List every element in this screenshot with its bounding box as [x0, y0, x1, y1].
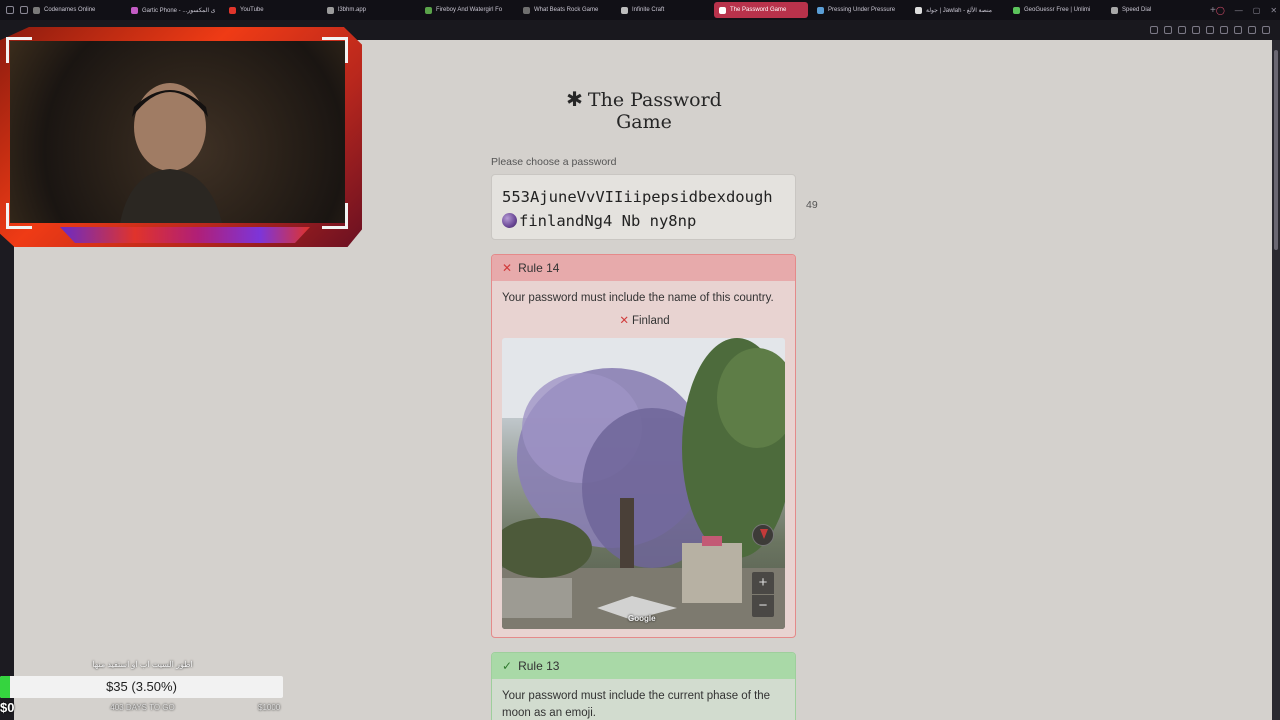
country-fail-icon: ✕ — [619, 315, 629, 327]
tab-favicon-icon — [621, 6, 628, 14]
browser-tab[interactable]: جولة | Jawlah - منصة الألغ — [910, 2, 1004, 18]
browser-tab[interactable]: Codenames Online — [28, 2, 122, 18]
webcam-bottom-bar — [60, 227, 310, 243]
donation-days-left: 403 DAYS TO GO — [110, 703, 175, 712]
compass-icon[interactable] — [752, 524, 774, 546]
rule-13-title: Rule 13 — [518, 659, 560, 673]
tab-label: Infinite Craft — [632, 7, 665, 13]
page-scrollbar[interactable] — [1272, 40, 1280, 720]
minimize-icon[interactable]: — — [1235, 6, 1243, 15]
close-icon[interactable]: ✕ — [1270, 6, 1277, 15]
window-menu-icon[interactable] — [0, 6, 28, 14]
browser-tab[interactable]: The Password Game — [714, 2, 808, 18]
rule-13-header: ✓ Rule 13 — [492, 653, 795, 679]
rule-13-text: Your password must include the current p… — [502, 690, 771, 719]
password-input[interactable]: 553AjuneVvVIIiipepsidbexdough finlandNg4… — [491, 174, 796, 240]
tab-favicon-icon — [915, 6, 922, 14]
character-count: 49 — [806, 199, 818, 211]
pin-icon[interactable] — [1164, 26, 1172, 34]
player-icon[interactable] — [1206, 26, 1214, 34]
tab-label: GeoGuessr Free | Unlimi — [1024, 7, 1091, 13]
tab-label: l3bhm.app — [338, 7, 367, 13]
browser-tab[interactable]: Fireboy And Watergirl Fo — [420, 2, 514, 18]
rule-14-header: ✕ Rule 14 — [492, 255, 795, 281]
rule-14-card: ✕ Rule 14 Your password must include the… — [491, 254, 796, 638]
tab-label: The Password Game — [730, 7, 787, 13]
rule-14-title: Rule 14 — [518, 261, 560, 275]
tab-label: Gartic Phone - ...ى المكسور — [142, 7, 216, 14]
password-line-2-text: finlandNg4 Nb ny8np — [519, 212, 697, 230]
donation-max: $1000 — [258, 703, 281, 712]
tab-favicon-icon — [719, 6, 726, 14]
tab-favicon-icon — [131, 6, 138, 14]
shield-icon[interactable] — [1192, 26, 1200, 34]
street-view-scene — [502, 338, 785, 629]
tab-favicon-icon — [523, 6, 530, 14]
browser-tab[interactable]: l3bhm.app — [322, 2, 416, 18]
donation-progress-track: $35 (3.50%) — [0, 676, 283, 698]
street-view-image[interactable]: + − Google — [502, 338, 785, 629]
streamer-silhouette — [120, 83, 222, 223]
tab-label: Pressing Under Pressure — [828, 7, 896, 13]
browser-tab[interactable]: Pressing Under Pressure — [812, 2, 906, 18]
tab-favicon-icon — [817, 6, 824, 14]
tab-favicon-icon — [1013, 6, 1020, 14]
title-text: The Password Game — [587, 89, 722, 133]
tab-label: Codenames Online — [44, 7, 96, 13]
browser-tab[interactable]: Gartic Phone - ...ى المكسور — [126, 2, 220, 18]
download-icon[interactable] — [1248, 26, 1256, 34]
window-controls: ◯ — ▢ ✕ — [1216, 6, 1280, 15]
tab-favicon-icon — [425, 6, 432, 14]
frame-corner — [322, 203, 348, 229]
tab-favicon-icon — [33, 6, 40, 14]
webcam-overlay — [0, 27, 362, 255]
frame-corner — [6, 203, 32, 229]
rule-13-card: ✓ Rule 13 Your password must include the… — [491, 652, 796, 720]
page-title: ✱ The Password Game — [544, 87, 744, 133]
country-requirement: ✕ Finland — [492, 313, 795, 327]
zoom-icon[interactable] — [1150, 26, 1158, 34]
maximize-icon[interactable]: ▢ — [1253, 6, 1261, 15]
tab-label: جولة | Jawlah - منصة الألغ — [926, 7, 992, 14]
donation-goal: اطور السيت اب او استفيد منها $35 (3.50%)… — [0, 660, 285, 720]
zoom-out-button[interactable]: − — [752, 595, 774, 617]
fail-x-icon: ✕ — [502, 261, 513, 275]
heart-icon[interactable] — [1220, 26, 1228, 34]
webcam-feed — [10, 41, 345, 223]
browser-tab[interactable]: YouTube — [224, 2, 318, 18]
zoom-in-button[interactable]: + — [752, 572, 774, 594]
frame-corner — [322, 37, 348, 63]
wallet-icon[interactable] — [1234, 26, 1242, 34]
password-line-2: finlandNg4 Nb ny8np — [502, 209, 785, 233]
tab-favicon-icon — [1111, 6, 1118, 14]
pass-check-icon: ✓ — [502, 659, 513, 673]
browser-tab[interactable]: GeoGuessr Free | Unlimi — [1008, 2, 1102, 18]
egg-icon — [502, 213, 517, 228]
password-label: Please choose a password — [491, 156, 617, 168]
donation-note: اطور السيت اب او استفيد منها — [92, 660, 193, 669]
browser-tab[interactable]: What Beats Rock Game — [518, 2, 612, 18]
frame-corner — [6, 37, 32, 63]
tab-favicon-icon — [327, 6, 334, 14]
donation-amount: $35 (3.50%) — [106, 679, 177, 694]
tab-label: Speed Dial — [1122, 7, 1152, 13]
search-icon[interactable]: ◯ — [1216, 6, 1225, 15]
browser-tab[interactable]: Infinite Craft — [616, 2, 710, 18]
tab-label: YouTube — [240, 7, 264, 13]
browser-tab-strip: Codenames Online Gartic Phone - ...ى المك… — [0, 0, 1280, 20]
tab-list: Codenames Online Gartic Phone - ...ى المك… — [28, 2, 1204, 18]
asterisk-icon: ✱ — [566, 87, 583, 111]
tab-favicon-icon — [229, 6, 236, 14]
tab-label: Fireboy And Watergirl Fo — [436, 7, 503, 13]
browser-tab[interactable]: Speed Dial — [1106, 2, 1200, 18]
snapshot-icon[interactable] — [1178, 26, 1186, 34]
tab-label: What Beats Rock Game — [534, 7, 599, 13]
country-name: Finland — [631, 315, 670, 327]
password-line-1: 553AjuneVvVIIiipepsidbexdough — [502, 188, 773, 206]
menu-icon[interactable] — [1262, 26, 1270, 34]
rule-14-text: Your password must include the name of t… — [502, 292, 774, 304]
google-logo: Google — [628, 614, 656, 623]
scrollbar-thumb[interactable] — [1274, 50, 1278, 250]
